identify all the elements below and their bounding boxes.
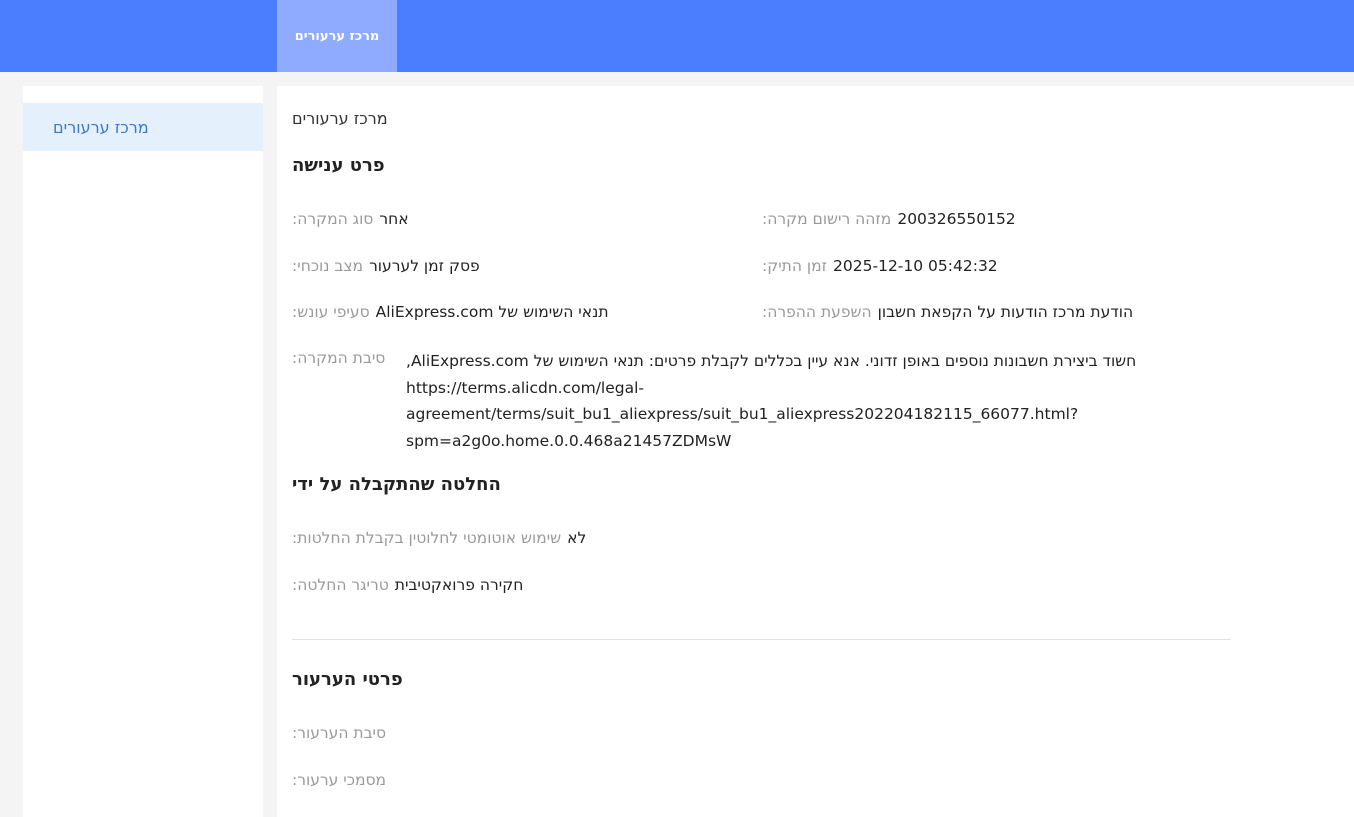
appeal-documents-label: מסמכי ערעור: bbox=[292, 771, 387, 789]
penalty-clauses-value: תנאי השימוש של AliExpress.com bbox=[375, 303, 609, 321]
decision-trigger-label: טריגר החלטה: bbox=[292, 576, 389, 594]
appeal-details-title: פרטי הערעור bbox=[292, 669, 403, 690]
breadcrumb: מרכז ערעורים bbox=[292, 109, 388, 128]
case-type-label: סוג המקרה: bbox=[292, 210, 374, 228]
tab-label: מרכז ערעורים bbox=[294, 28, 380, 44]
automation-value: לא bbox=[567, 529, 587, 547]
tab-appeals-center[interactable]: מרכז ערעורים bbox=[277, 0, 397, 72]
appeal-documents-field: מסמכי ערעור: bbox=[292, 770, 386, 790]
case-type-value: אחר bbox=[379, 210, 409, 228]
decision-trigger-value: חקירה פרואקטיבית bbox=[394, 576, 524, 594]
case-reason-value: חשוד ביצירת חשבונות נוספים באופן זדוני. … bbox=[406, 348, 1186, 454]
penalty-clauses-field: סעיפי עונש: תנאי השימוש של AliExpress.com bbox=[292, 302, 609, 322]
decision-trigger-field: טריגר החלטה: חקירה פרואקטיבית bbox=[292, 575, 523, 595]
status-field: מצב נוכחי: פסק זמן לערעור bbox=[292, 256, 480, 276]
file-time-field: זמן התיק: 2025-12-10 05:42:32 bbox=[762, 256, 998, 276]
terms-link-line-2[interactable]: agreement/terms/suit_bu1_aliexpress/suit… bbox=[406, 401, 1186, 428]
appeal-reason-field: סיבת הערעור: bbox=[292, 723, 386, 743]
penalty-clauses-label: סעיפי עונש: bbox=[292, 303, 370, 321]
file-time-label: זמן התיק: bbox=[762, 257, 828, 275]
terms-link-line-3[interactable]: spm=a2g0o.home.0.0.468a21457ZDMsW bbox=[406, 428, 1186, 455]
case-reason-text: חשוד ביצירת חשבונות נוספים באופן זדוני. … bbox=[406, 352, 1137, 370]
case-id-field: מזהה רישום מקרה: 200326550152 bbox=[762, 209, 1016, 229]
sidebar: מרכז ערעורים bbox=[23, 86, 263, 817]
terms-link-line-1[interactable]: https://terms.alicdn.com/legal- bbox=[406, 375, 1186, 402]
status-value: פסק זמן לערעור bbox=[369, 257, 480, 275]
case-id-value: 200326550152 bbox=[897, 210, 1016, 228]
file-time-value: 2025-12-10 05:42:32 bbox=[833, 257, 998, 275]
appeal-reason-label: סיבת הערעור: bbox=[292, 724, 387, 742]
case-type-field: סוג המקרה: אחר bbox=[292, 209, 409, 229]
automation-field: שימוש אוטומטי לחלוטין בקבלת החלטות: לא bbox=[292, 528, 586, 548]
sidebar-item-appeals-center[interactable]: מרכז ערעורים bbox=[23, 103, 263, 151]
penalty-details-title: פרט ענישה bbox=[292, 155, 385, 176]
violation-impact-label: השפעת ההפרה: bbox=[762, 303, 872, 321]
violation-impact-value: הודעת מרכז הודעות על הקפאת חשבון bbox=[877, 303, 1134, 321]
sidebar-item-label: מרכז ערעורים bbox=[53, 117, 149, 137]
top-navigation-bar: מרכז ערעורים bbox=[0, 0, 1354, 72]
decision-section-title: החלטה שהתקבלה על ידי bbox=[292, 474, 501, 495]
section-divider bbox=[292, 639, 1231, 640]
violation-impact-field: השפעת ההפרה: הודעת מרכז הודעות על הקפאת ח… bbox=[762, 302, 1133, 322]
case-id-label: מזהה רישום מקרה: bbox=[762, 210, 892, 228]
status-label: מצב נוכחי: bbox=[292, 257, 364, 275]
case-reason-label: סיבת המקרה: bbox=[292, 349, 386, 367]
automation-label: שימוש אוטומטי לחלוטין בקבלת החלטות: bbox=[292, 529, 562, 547]
main-content: מרכז ערעורים פרט ענישה סוג המקרה: אחר מזה… bbox=[277, 86, 1354, 817]
